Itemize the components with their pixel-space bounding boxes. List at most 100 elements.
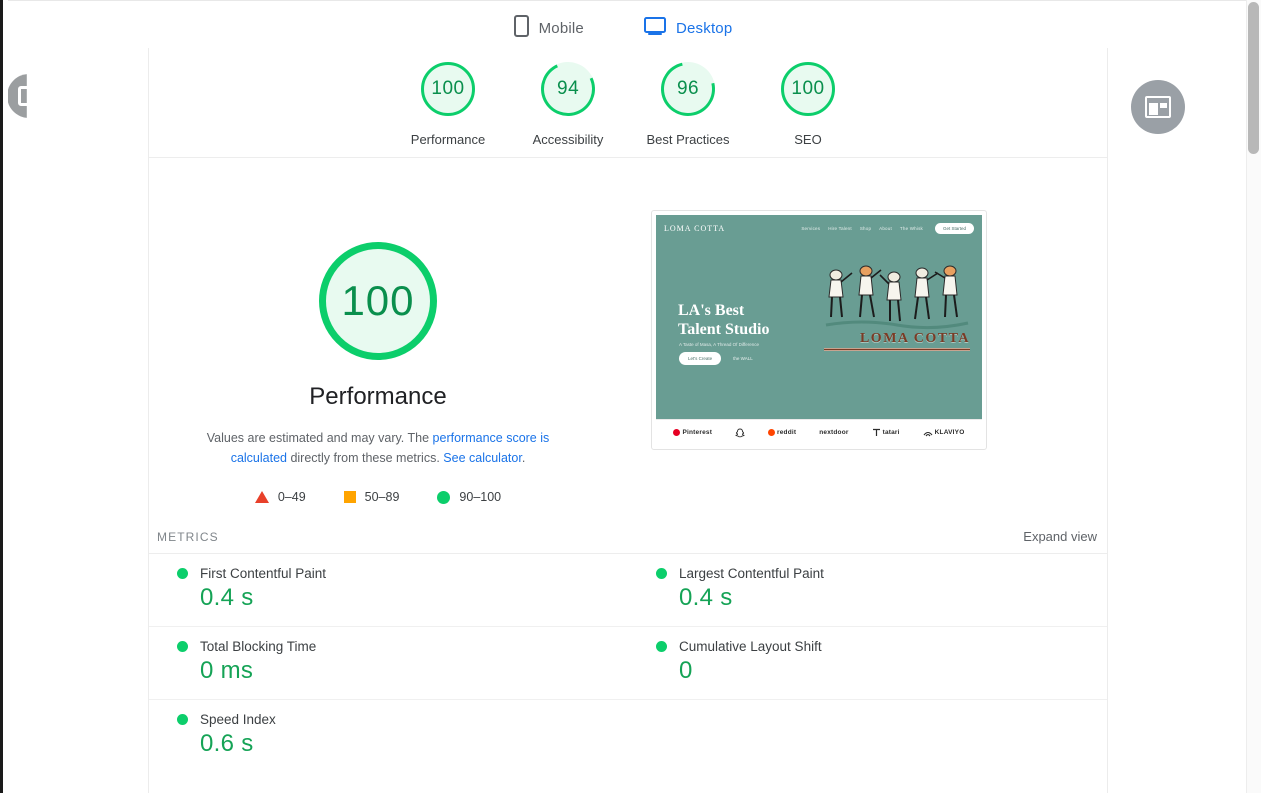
- gauge-accessibility: 94: [533, 54, 603, 124]
- score-legend: 0–49 50–89 90–100: [254, 490, 501, 504]
- partner-nextdoor-label: nextdoor: [819, 429, 849, 436]
- snapchat-icon: [735, 428, 745, 437]
- legend-label-pass: 90–100: [459, 490, 502, 504]
- gauge-best-practices: 96: [650, 51, 726, 127]
- partner-klaviyo-label: KLAVIYO: [934, 429, 965, 436]
- metrics-section-title: METRICS: [157, 529, 219, 544]
- score-label-seo: SEO: [794, 132, 822, 147]
- score-label-performance: Performance: [410, 132, 486, 147]
- partner-nextdoor: nextdoor: [819, 429, 848, 436]
- preview-hero-heading: LA's Best Talent Studio: [678, 301, 769, 339]
- metric-value: 0.6 s: [200, 730, 254, 757]
- metric-first-contentful-paint[interactable]: First Contentful Paint 0.4 s: [149, 554, 628, 627]
- preview-navbar: LOMA COTTA Services Hire Talent Shop Abo…: [656, 215, 982, 241]
- metrics-header: METRICS Expand view: [149, 520, 1107, 554]
- metric-speed-index[interactable]: Speed Index 0.6 s: [149, 700, 628, 773]
- metric-name: Cumulative Layout Shift: [679, 639, 822, 654]
- metric-head: Cumulative Layout Shift: [656, 639, 1107, 654]
- gauge-performance: 100: [421, 62, 475, 116]
- circle-icon: [437, 490, 451, 504]
- pinterest-icon: [673, 429, 681, 436]
- gauge-performance-large: 100: [319, 242, 437, 360]
- square-icon: [343, 491, 356, 503]
- preview-nav-link: Shop: [859, 225, 872, 231]
- preview-cta-button: Get Started: [934, 222, 974, 234]
- preview-nav-links: Services Hire Talent Shop About The Whis…: [801, 222, 974, 234]
- preview-hero-line2: Talent Studio: [678, 321, 770, 338]
- category-score-row: 100 Performance 94 Accessibility 96 Best…: [7, 48, 1185, 158]
- share-icon[interactable]: [7, 74, 27, 118]
- legend-item-pass: 90–100: [437, 490, 501, 504]
- metric-head: First Contentful Paint: [177, 566, 628, 581]
- tab-desktop[interactable]: Desktop: [639, 5, 737, 52]
- tab-mobile[interactable]: Mobile: [510, 5, 588, 51]
- partner-reddit: reddit: [768, 429, 796, 436]
- screenshot-preview: LOMA COTTA Services Hire Talent Shop Abo…: [656, 215, 982, 445]
- expand-view-button[interactable]: Expand view: [1023, 529, 1097, 544]
- gauge-performance-large-value: 100: [341, 277, 415, 324]
- scrollbar-thumb[interactable]: [1248, 2, 1259, 154]
- page-scrollbar[interactable]: [1246, 0, 1261, 793]
- score-item-best-practices[interactable]: 96 Best Practices: [628, 51, 748, 147]
- partner-pinterest-label: Pinterest: [682, 429, 713, 436]
- gauge-seo: 100: [781, 62, 835, 116]
- screenshot-toggle-button[interactable]: [1131, 80, 1185, 134]
- metric-cumulative-layout-shift[interactable]: Cumulative Layout Shift 0: [628, 627, 1107, 700]
- preview-logo-text: LOMA COTTA: [859, 331, 970, 346]
- status-circle-icon: [656, 641, 667, 652]
- final-screenshot[interactable]: LOMA COTTA Services Hire Talent Shop Abo…: [651, 210, 987, 450]
- preview-nav-link: Hire Talent: [828, 225, 852, 231]
- status-circle-icon: [177, 641, 188, 652]
- score-label-best-practices: Best Practices: [646, 132, 730, 147]
- window-left-inner: [3, 0, 8, 793]
- partner-tatari: tatari: [872, 428, 900, 437]
- score-item-accessibility[interactable]: 94 Accessibility: [508, 54, 628, 147]
- preview-brand: LOMA COTTA: [664, 223, 726, 233]
- score-item-performance[interactable]: 100 Performance: [388, 62, 508, 147]
- legend-item-fail: 0–49: [254, 490, 306, 504]
- preview-secondary-button: the WALL: [733, 356, 753, 361]
- report-card: 100 Performance 94 Accessibility 96 Best…: [7, 48, 1185, 793]
- metric-name: First Contentful Paint: [200, 566, 327, 581]
- gauge-performance-value: 100: [431, 78, 465, 99]
- triangle-icon: [254, 491, 269, 503]
- gauge-best-practices-value: 96: [676, 77, 700, 99]
- share-icon-glyph: [18, 86, 27, 106]
- metric-head: Speed Index: [177, 712, 628, 727]
- desktop-icon: [643, 16, 666, 40]
- gauge-accessibility-value: 94: [556, 77, 580, 99]
- metric-head: Total Blocking Time: [177, 639, 628, 654]
- preview-logo-rule: [824, 348, 970, 351]
- status-circle-icon: [177, 714, 188, 725]
- desc-suffix: .: [521, 451, 526, 465]
- form-factor-tabs: Mobile Desktop: [0, 4, 1246, 52]
- status-circle-icon: [177, 568, 188, 579]
- partner-reddit-label: reddit: [777, 429, 797, 436]
- preview-partner-bar: Pinterest reddit nextdoor tatari KLAVIYO: [656, 419, 982, 445]
- tab-mobile-label: Mobile: [538, 19, 584, 37]
- tatari-icon: [872, 428, 880, 436]
- desc-middle: directly from these metrics.: [286, 451, 444, 465]
- preview-hero-buttons: Let's Create the WALL: [679, 352, 753, 365]
- partner-pinterest: Pinterest: [673, 429, 712, 436]
- metric-total-blocking-time[interactable]: Total Blocking Time 0 ms: [149, 627, 628, 700]
- see-calculator-link[interactable]: See calculator: [443, 451, 522, 465]
- performance-hero: 100 Performance Values are estimated and…: [149, 158, 1107, 504]
- top-divider: [8, 0, 1246, 1]
- score-label-accessibility: Accessibility: [532, 132, 604, 147]
- preview-nav-link: The Whisk: [899, 225, 923, 231]
- pagespeed-insights-report: Mobile Desktop 100 Performance 94 Access…: [0, 0, 1261, 793]
- preview-nav-link: Services: [801, 225, 821, 231]
- reddit-icon: [768, 429, 775, 436]
- preview-hero-subtitle: A Taste of Masa, A Thread Of Difference: [679, 342, 760, 347]
- filmstrip-icon: [1145, 96, 1171, 118]
- legend-label-average: 50–89: [364, 490, 400, 504]
- metric-value: 0 ms: [200, 657, 254, 684]
- legend-label-fail: 0–49: [277, 490, 306, 504]
- metric-largest-contentful-paint[interactable]: Largest Contentful Paint 0.4 s: [628, 554, 1107, 627]
- partner-tatari-label: tatari: [882, 429, 900, 436]
- preview-hero-line1: LA's Best: [678, 302, 745, 319]
- metric-name: Total Blocking Time: [200, 639, 317, 654]
- performance-description: Values are estimated and may vary. The p…: [178, 428, 578, 468]
- score-item-seo[interactable]: 100 SEO: [748, 62, 868, 147]
